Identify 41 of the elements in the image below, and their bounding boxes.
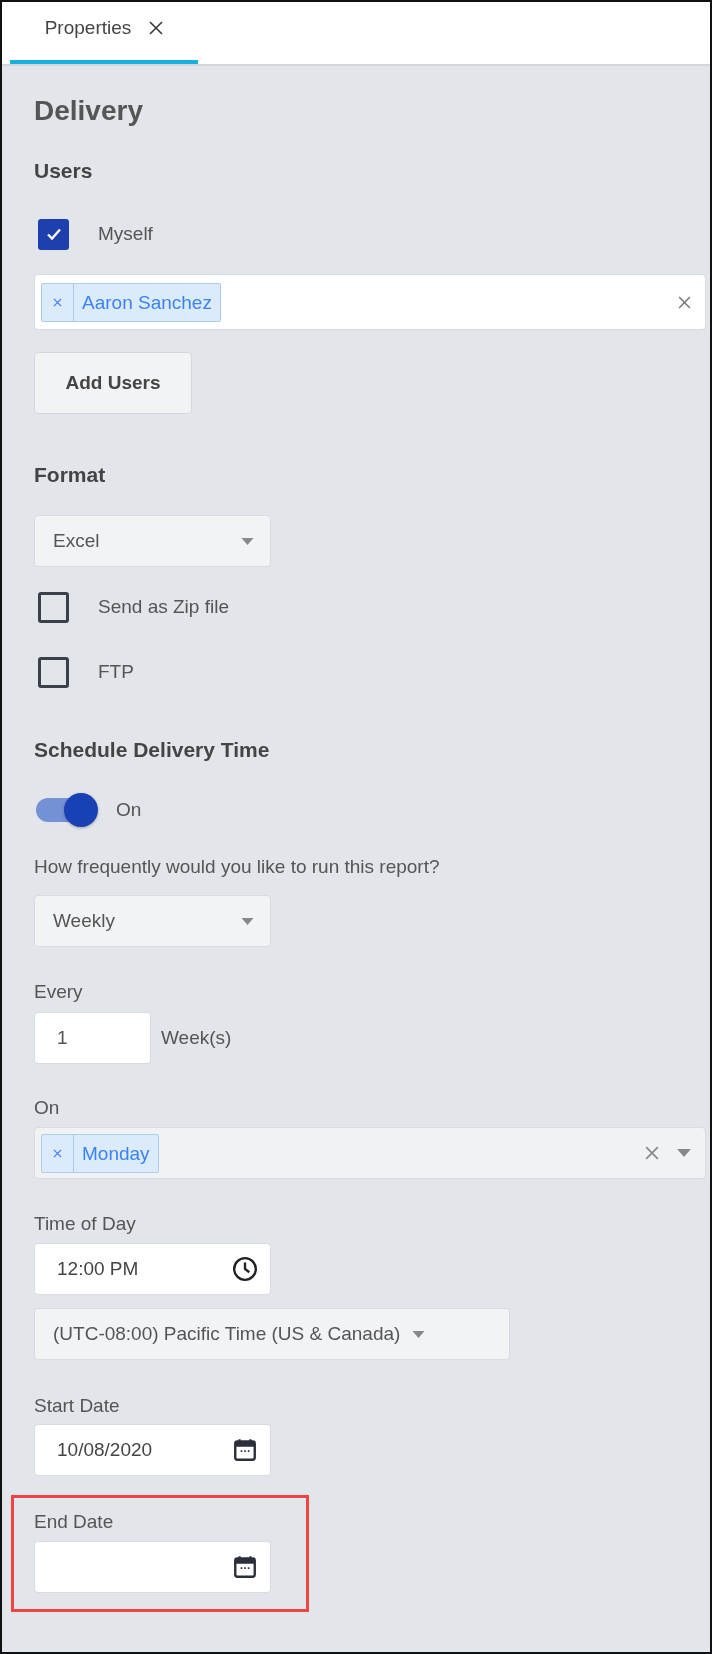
field-label: Time of Day <box>34 1212 137 1236</box>
field-label: End Date <box>34 1510 115 1534</box>
field-label: How frequently would you like to run this report? <box>34 855 441 879</box>
checkbox[interactable] <box>38 591 69 623</box>
caret-icon <box>241 537 254 545</box>
format-dropdown[interactable]: Excel <box>34 515 271 567</box>
section-heading: Format <box>34 462 107 488</box>
date-input[interactable]: 10/08/2020 <box>34 1424 271 1476</box>
clear-icon[interactable] <box>678 295 691 309</box>
caret-icon <box>241 917 254 925</box>
number-input[interactable]: 1 <box>34 1012 151 1064</box>
toggle-label: On <box>116 799 142 821</box>
remove-icon[interactable] <box>53 1148 62 1158</box>
time-input[interactable]: 12:00 PM <box>34 1243 271 1295</box>
unit-label: Week(s) <box>161 1027 232 1049</box>
field-label: Every <box>34 980 84 1004</box>
checkbox-label: Send as Zip file <box>98 596 229 618</box>
add-users-button[interactable]: Add Users <box>34 352 192 414</box>
checkbox[interactable] <box>38 218 69 250</box>
field-label: Start Date <box>34 1394 121 1418</box>
caret-icon <box>412 1330 426 1338</box>
calendar-icon[interactable] <box>232 1437 258 1463</box>
clear-icon[interactable] <box>645 1146 659 1160</box>
day-chip: Monday <box>41 1133 159 1173</box>
checkbox[interactable] <box>38 656 69 688</box>
close-icon[interactable] <box>149 21 164 35</box>
section-heading: Users <box>34 158 94 184</box>
remove-icon[interactable] <box>53 297 62 307</box>
calendar-icon[interactable] <box>232 1554 258 1580</box>
clock-icon[interactable] <box>232 1256 258 1282</box>
field-label: On <box>34 1096 61 1120</box>
panel-title: Delivery <box>34 94 144 128</box>
caret-icon[interactable] <box>677 1149 691 1157</box>
frequency-dropdown[interactable]: Weekly <box>34 895 271 947</box>
checkbox-label: Myself <box>98 223 153 245</box>
user-chip: Aaron Sanchez <box>41 282 221 322</box>
toggle-switch[interactable] <box>36 793 98 827</box>
timezone-dropdown[interactable]: (UTC-08:00) Pacific Time (US & Canada) <box>34 1308 510 1360</box>
checkbox-label: FTP <box>98 661 134 683</box>
section-heading: Schedule Delivery Time <box>34 737 271 763</box>
date-input[interactable] <box>34 1541 271 1593</box>
